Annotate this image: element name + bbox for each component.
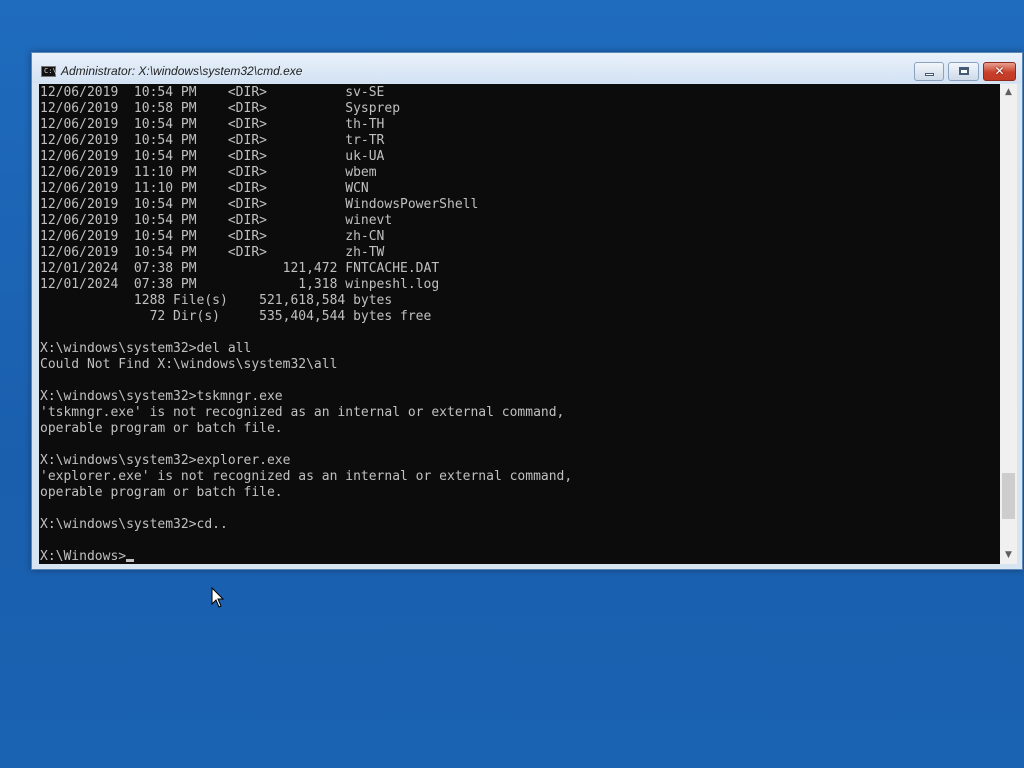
window-title: Administrator: X:\windows\system32\cmd.e… [61, 64, 303, 78]
console-line: 12/06/2019 10:54 PM <DIR> sv-SE [40, 85, 385, 100]
console-output[interactable]: 12/06/2019 10:54 PM <DIR> sv-SE 12/06/201… [39, 84, 1000, 564]
cmd-icon[interactable]: C:\ [41, 66, 57, 77]
cmd-icon-text: C:\ [44, 67, 57, 75]
console-line: 12/06/2019 10:54 PM <DIR> WindowsPowerSh… [40, 197, 479, 212]
maximize-button[interactable] [948, 62, 979, 81]
console-line: 12/06/2019 11:10 PM <DIR> WCN [40, 181, 369, 196]
console-line: operable program or batch file. [40, 485, 283, 500]
cmd-window[interactable]: C:\ Administrator: X:\windows\system32\c… [31, 52, 1023, 570]
maximize-icon [959, 67, 969, 75]
console-line: 'tskmngr.exe' is not recognized as an in… [40, 405, 565, 420]
scroll-down-icon[interactable]: ▼ [1000, 547, 1017, 564]
mouse-pointer-icon [211, 587, 225, 608]
minimize-button[interactable] [914, 62, 944, 81]
console-line: 72 Dir(s) 535,404,544 bytes free [40, 309, 432, 324]
scroll-up-icon[interactable]: ▲ [1000, 84, 1017, 101]
console-line: 12/06/2019 10:54 PM <DIR> th-TH [40, 117, 385, 132]
console-line: 'explorer.exe' is not recognized as an i… [40, 469, 573, 484]
console-line: X:\windows\system32>tskmngr.exe [40, 389, 283, 404]
command-prompt: X:\Windows> [40, 549, 127, 564]
console-line: 12/01/2024 07:38 PM 1,318 winpeshl.log [40, 277, 440, 292]
console-line: X:\windows\system32>explorer.exe [40, 453, 291, 468]
minimize-icon [925, 73, 934, 76]
vertical-scrollbar[interactable]: ▲ ▼ [1000, 84, 1017, 564]
text-cursor [126, 559, 135, 562]
console-line: Could Not Find X:\windows\system32\all [40, 357, 338, 372]
command-prompt-line[interactable]: X:\Windows> [40, 549, 1000, 564]
console-line: 1288 File(s) 521,618,584 bytes [40, 293, 393, 308]
console-line: 12/06/2019 10:54 PM <DIR> uk-UA [40, 149, 385, 164]
console-line: 12/06/2019 10:58 PM <DIR> Sysprep [40, 101, 401, 116]
console-line: 12/06/2019 10:54 PM <DIR> winevt [40, 213, 393, 228]
console-line: 12/01/2024 07:38 PM 121,472 FNTCACHE.DAT [40, 261, 440, 276]
console-line: 12/06/2019 10:54 PM <DIR> zh-CN [40, 229, 385, 244]
close-button[interactable]: ✕ [983, 62, 1016, 81]
console-line: 12/06/2019 10:54 PM <DIR> zh-TW [40, 245, 385, 260]
console-line: X:\windows\system32>del all [40, 341, 252, 356]
console-line: 12/06/2019 11:10 PM <DIR> wbem [40, 165, 377, 180]
console-text: 12/06/2019 10:54 PM <DIR> sv-SE 12/06/201… [39, 84, 1000, 564]
title-bar[interactable]: C:\ Administrator: X:\windows\system32\c… [32, 53, 1022, 83]
console-line: X:\windows\system32>cd.. [40, 517, 228, 532]
close-icon: ✕ [994, 64, 1005, 78]
console-line: 12/06/2019 10:54 PM <DIR> tr-TR [40, 133, 385, 148]
scroll-thumb[interactable] [1002, 473, 1015, 519]
console-line: operable program or batch file. [40, 421, 283, 436]
